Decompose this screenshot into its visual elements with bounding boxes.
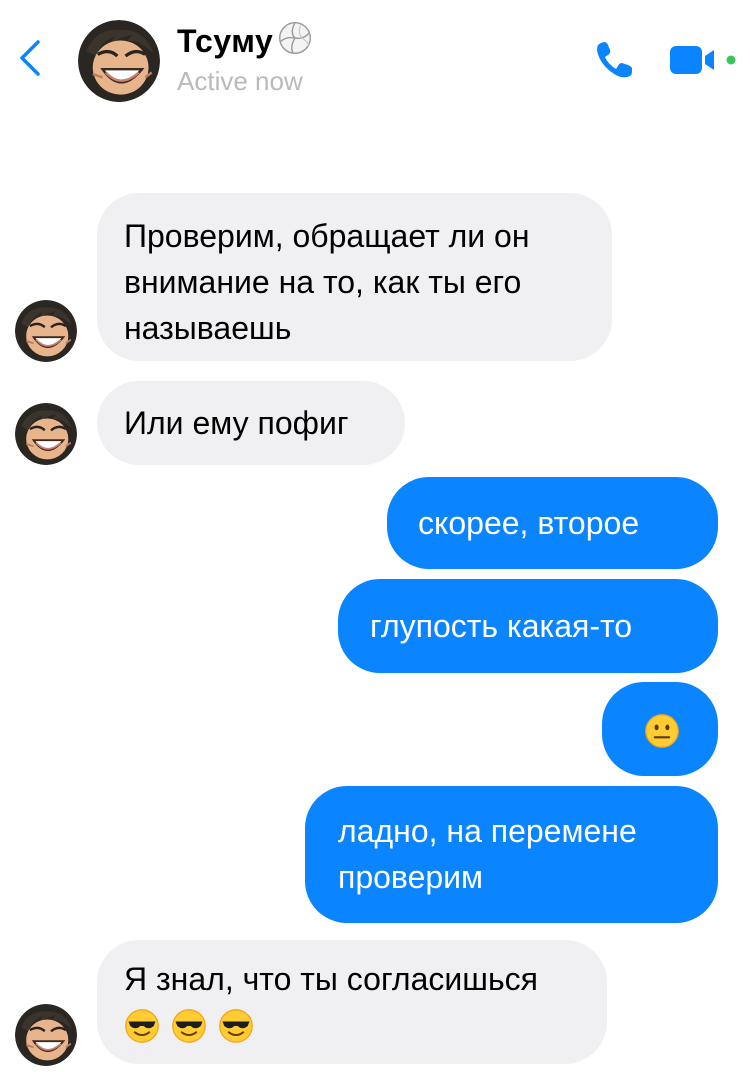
outgoing-message[interactable]: ладно, на перемене проверим (305, 786, 718, 923)
outgoing-message[interactable]: скорее, второе (387, 477, 718, 569)
neutral-face-emoji (644, 713, 680, 749)
call-button[interactable] (592, 38, 636, 82)
contact-avatar[interactable] (15, 403, 77, 465)
incoming-message[interactable]: Или ему пофиг (97, 381, 405, 465)
message-text: ладно, на перемене проверим (338, 813, 637, 895)
volleyball-icon (279, 21, 312, 55)
incoming-message[interactable]: Я знал, что ты согласишься (97, 940, 607, 1064)
emoji-row (124, 1004, 580, 1050)
message-text: скорее, второе (418, 505, 640, 541)
contact-avatar[interactable] (15, 300, 77, 362)
outgoing-message[interactable] (602, 682, 718, 776)
message-text: Я знал, что ты согласишься (124, 961, 538, 997)
contact-name[interactable]: Тсуму (177, 20, 313, 60)
sunglasses-face-emoji (218, 1008, 254, 1044)
contact-avatar[interactable] (15, 1004, 77, 1066)
sunglasses-face-emoji (124, 1008, 160, 1044)
message-text: Проверим, обращает ли он внимание на то,… (124, 218, 530, 346)
video-camera-icon (670, 46, 736, 74)
contact-avatar[interactable] (78, 20, 160, 102)
phone-icon (597, 42, 632, 78)
outgoing-message[interactable]: глупость какая-то (338, 579, 718, 673)
message-text: Или ему пофиг (124, 405, 349, 441)
incoming-message[interactable]: Проверим, обращает ли он внимание на то,… (97, 193, 612, 361)
sunglasses-face-emoji (171, 1008, 207, 1044)
contact-name-text: Тсуму (177, 23, 274, 59)
chevron-left-icon (20, 40, 40, 76)
video-call-button[interactable] (668, 42, 740, 78)
chat-header: Тсуму Active now (0, 0, 750, 110)
back-button[interactable] (14, 36, 44, 80)
message-text: глупость какая-то (370, 608, 633, 644)
contact-status: Active now (177, 66, 303, 96)
